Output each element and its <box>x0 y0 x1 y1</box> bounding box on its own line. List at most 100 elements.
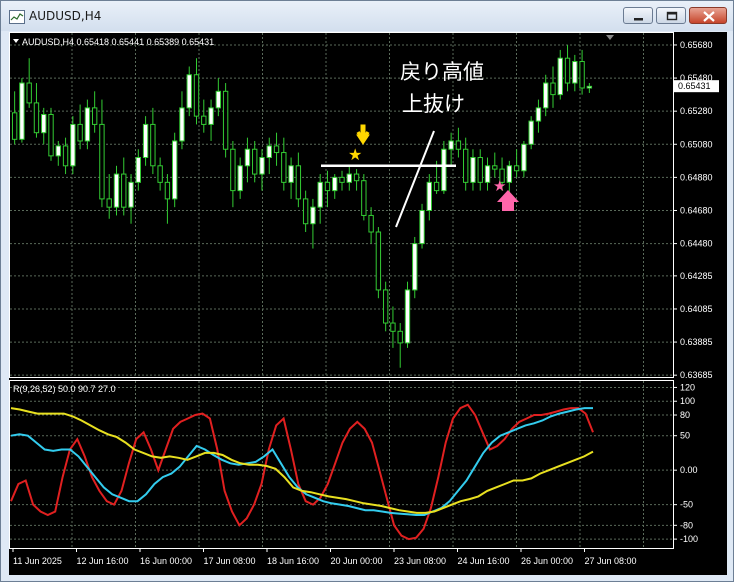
price-tick-label: 0.64285 <box>680 271 713 281</box>
current-price-tag: 0.65431 <box>674 80 719 93</box>
candle-body <box>55 145 61 157</box>
shift-marker-icon <box>606 35 614 40</box>
breakout-arrow-line <box>395 130 435 228</box>
candle-body <box>528 120 534 145</box>
time-tick-label: 20 Jun 00:00 <box>331 556 383 566</box>
candle-body <box>557 57 563 96</box>
oscillator-series-r52 <box>10 407 594 514</box>
time-tick-label: 23 Jun 08:00 <box>394 556 446 566</box>
candle-body <box>579 61 585 89</box>
candle-body <box>201 115 207 125</box>
chart-canvas[interactable]: 戻り高値 上抜け ★ ★ AUDUSD,H4 0.65418 0.65441 0… <box>9 32 727 575</box>
maximize-button[interactable] <box>656 7 686 24</box>
candle-body <box>215 90 222 109</box>
collapse-triangle-icon[interactable] <box>13 39 19 43</box>
indicator-tick-label: 80 <box>680 410 690 420</box>
indicator-tick-label: 0.00 <box>680 465 698 475</box>
time-tick-label: 17 Jun 08:00 <box>204 556 256 566</box>
chart-header-text: AUDUSD,H4 0.65418 0.65441 0.65389 0.6543… <box>22 37 214 47</box>
candle-body <box>368 214 374 233</box>
price-tick-label: 0.65080 <box>680 139 713 149</box>
candle-body <box>477 157 483 183</box>
indicator-tick-label: -80 <box>680 520 693 530</box>
candle-body <box>11 112 18 140</box>
candle-body <box>382 289 389 324</box>
candle-body <box>412 243 418 291</box>
candle-body <box>332 176 338 192</box>
candle-body <box>339 176 345 183</box>
candle-body <box>186 74 192 109</box>
time-axis: 11 Jun 2025 12 Jun 16:00 16 Jun 00:00 17 Ju… <box>12 548 637 566</box>
candle-body <box>492 165 498 170</box>
candle-body <box>346 173 352 183</box>
candle-body <box>41 113 47 134</box>
indicator-tick-label: 100 <box>680 396 695 406</box>
candle-body <box>259 157 265 175</box>
candle-body <box>19 82 25 140</box>
price-tick-label: 0.64880 <box>680 172 713 182</box>
price-tick-label: 0.64680 <box>680 205 713 215</box>
time-tick-label: 26 Jun 00:00 <box>521 556 573 566</box>
candle-body <box>33 102 40 134</box>
candle-body <box>77 123 83 142</box>
candle-body <box>295 165 302 200</box>
candle-body <box>361 180 367 216</box>
indicator-tick-label: -100 <box>680 534 698 544</box>
time-tick-label: 11 Jun 2025 <box>13 556 62 566</box>
chart-area[interactable]: 戻り高値 上抜け ★ ★ AUDUSD,H4 0.65418 0.65441 0… <box>9 32 727 575</box>
minimize-icon <box>634 18 643 21</box>
annotation-text-1: 戻り高値 <box>400 61 484 84</box>
candle-body <box>404 289 411 344</box>
candle-body <box>273 145 280 154</box>
price-tick-label: 0.63885 <box>680 337 713 347</box>
candle-body <box>426 181 432 211</box>
chart-window: AUDUSD,H4 戻り高値 上抜け ★ ★ AUDUSD,H4 0.65418… <box>0 0 734 582</box>
price-tick-label: 0.65680 <box>680 40 713 50</box>
minimize-button[interactable] <box>623 7 653 24</box>
candle-body <box>91 107 98 125</box>
candle-body <box>128 181 134 208</box>
price-tick-label: 0.64085 <box>680 304 713 314</box>
candle-body <box>244 148 251 167</box>
candle-body <box>99 123 105 200</box>
candle-body <box>113 173 120 208</box>
candle-body <box>237 165 243 192</box>
oscillator-series-r26 <box>10 407 593 516</box>
indicator-label: R(9,26,52) 50.0 90.7 27.0 <box>13 384 116 394</box>
candle-body <box>310 206 316 225</box>
candle-body <box>266 145 272 159</box>
candle-body <box>26 82 32 104</box>
indicator-pane-border <box>9 380 674 549</box>
candle-body <box>222 90 229 150</box>
candle-body <box>70 123 76 167</box>
candle-body <box>179 107 185 142</box>
time-tick-label: 16 Jun 00:00 <box>140 556 192 566</box>
candle-body <box>535 107 542 122</box>
candle-body <box>441 148 447 192</box>
chart-app-icon <box>9 10 25 24</box>
close-icon <box>703 11 715 22</box>
indicator-tick-label: 50 <box>680 431 690 441</box>
close-button[interactable] <box>689 7 727 24</box>
candle-body <box>84 107 91 142</box>
time-tick-label: 12 Jun 16:00 <box>77 556 129 566</box>
candle-body <box>353 173 360 182</box>
candle-body <box>48 113 54 157</box>
candle-body <box>157 165 163 183</box>
candle-body <box>142 123 149 159</box>
candle-body <box>448 140 454 150</box>
annotation-text-2: 上抜け <box>402 93 465 116</box>
candle-body <box>564 57 571 84</box>
title-bar[interactable]: AUDUSD,H4 <box>1 1 733 31</box>
yellow-down-arrow-icon <box>356 124 370 145</box>
candle-body <box>281 152 287 183</box>
time-tick-label: 27 Jun 08:00 <box>585 556 637 566</box>
price-tick-label: 0.63685 <box>680 370 713 380</box>
indicator-axis: 120 100 80 50 0.00 -50 -80 -100 <box>673 382 698 544</box>
candle-body <box>208 107 214 125</box>
candle-body <box>543 82 549 109</box>
candle-body <box>433 181 440 192</box>
time-tick-label: 24 Jun 16:00 <box>458 556 510 566</box>
candle-body <box>150 123 156 167</box>
candle-body <box>302 198 309 225</box>
